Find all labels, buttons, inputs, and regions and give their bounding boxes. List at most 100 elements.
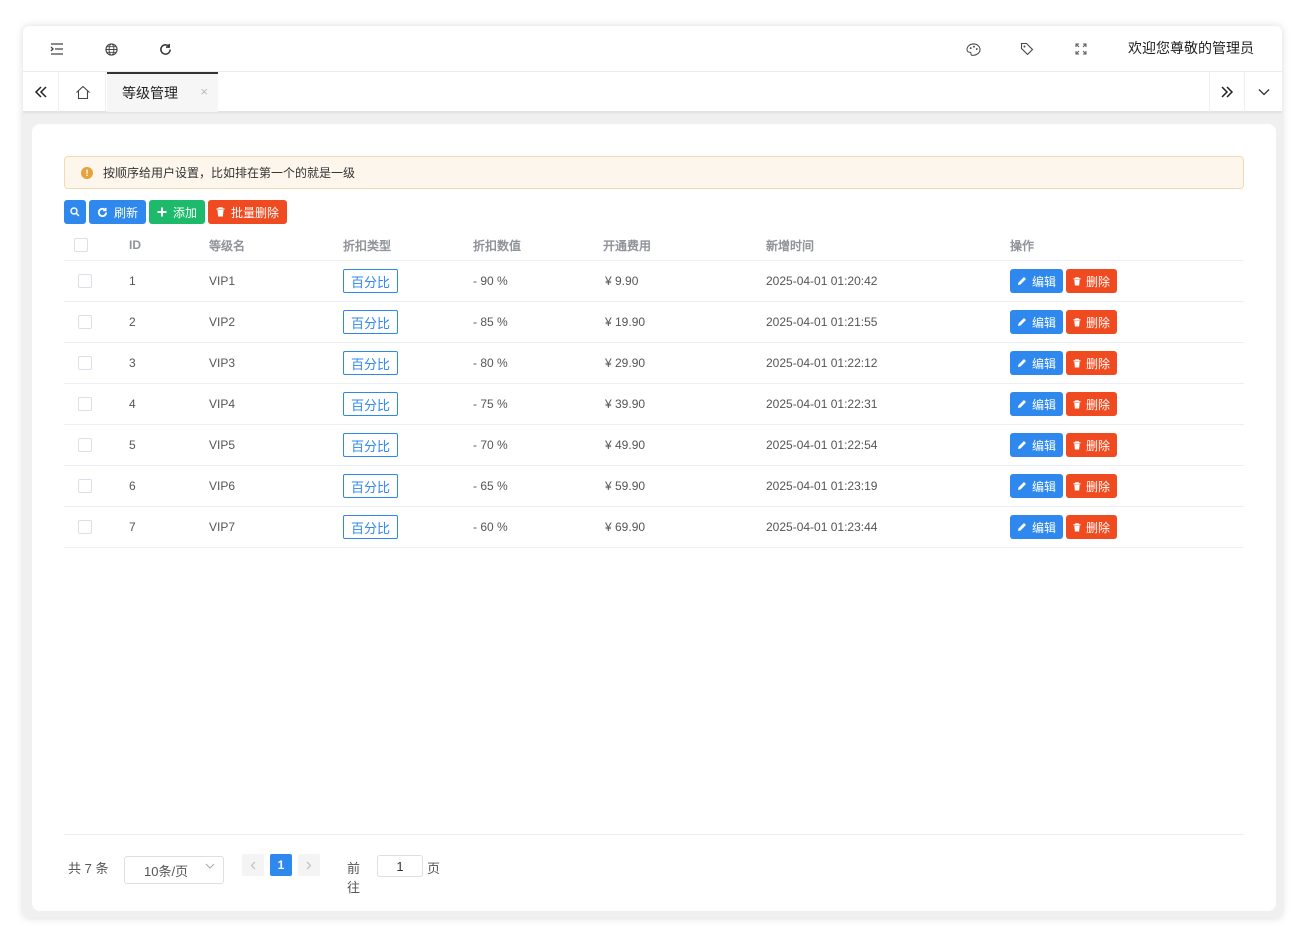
- table-row: 5 VIP5 百分比 - 70 % ¥ 49.90 2025-04-01 01:…: [64, 425, 1244, 466]
- cell-created-time: 2025-04-01 01:22:12: [766, 356, 878, 370]
- tab-level-management[interactable]: 等级管理 ×: [107, 72, 218, 112]
- col-id: ID: [129, 238, 141, 252]
- content-card: ! 按顺序给用户设置，比如排在第一个的就是一级 刷新 添加 批量删除 ID 等级…: [32, 124, 1276, 911]
- batch-delete-button[interactable]: 批量删除: [208, 200, 288, 224]
- cell-id: 4: [129, 397, 136, 411]
- table-header: ID 等级名 折扣类型 折扣数值 开通费用 新增时间 操作: [64, 230, 1244, 261]
- cell-discount-type: 百分比: [343, 507, 399, 547]
- batch-delete-label: 批量删除: [231, 205, 280, 220]
- cell-id: 2: [129, 315, 136, 329]
- delete-button[interactable]: 删除: [1066, 351, 1118, 375]
- tab-label: 等级管理: [122, 85, 178, 101]
- cell-actions: 编辑 删除: [1010, 425, 1120, 465]
- edit-label: 编辑: [1032, 520, 1057, 535]
- edit-button[interactable]: 编辑: [1010, 269, 1064, 293]
- tab-close-icon[interactable]: ×: [200, 84, 208, 99]
- tab-dropdown-icon[interactable]: [1246, 72, 1282, 112]
- trash-icon: [1073, 522, 1081, 532]
- home-icon[interactable]: [60, 72, 106, 112]
- cell-fee: ¥ 29.90: [605, 356, 646, 370]
- row-checkbox[interactable]: [78, 302, 92, 342]
- cell-created-time: 2025-04-01 01:23:19: [766, 479, 878, 493]
- discount-type-tag: 百分比: [343, 269, 399, 293]
- delete-button[interactable]: 删除: [1066, 310, 1118, 334]
- edit-label: 编辑: [1032, 438, 1057, 453]
- cell-name: VIP4: [209, 397, 236, 411]
- select-all-checkbox[interactable]: [74, 230, 88, 260]
- menu-fold-icon[interactable]: [47, 39, 67, 59]
- row-checkbox[interactable]: [78, 507, 92, 547]
- pencil-icon: [1017, 481, 1027, 491]
- delete-button[interactable]: 删除: [1066, 392, 1118, 416]
- delete-button[interactable]: 删除: [1066, 269, 1118, 293]
- edit-button[interactable]: 编辑: [1010, 310, 1064, 334]
- row-checkbox[interactable]: [78, 343, 92, 383]
- refresh-icon[interactable]: [155, 39, 175, 59]
- plus-icon: [157, 207, 167, 217]
- col-created-time: 新增时间: [766, 238, 815, 253]
- delete-button[interactable]: 删除: [1066, 433, 1118, 457]
- cell-id: 1: [129, 274, 136, 288]
- row-checkbox[interactable]: [78, 425, 92, 465]
- goto-suffix: 页: [427, 861, 441, 876]
- edit-button[interactable]: 编辑: [1010, 392, 1064, 416]
- chevron-down-icon: [205, 863, 215, 869]
- pagination-total: 共 7 条: [68, 861, 109, 876]
- cell-fee: ¥ 9.90: [605, 274, 639, 288]
- palette-icon[interactable]: [963, 39, 983, 59]
- cell-discount-type: 百分比: [343, 384, 399, 424]
- cell-id: 3: [129, 356, 136, 370]
- globe-icon[interactable]: [101, 39, 121, 59]
- table-row: 3 VIP3 百分比 - 80 % ¥ 29.90 2025-04-01 01:…: [64, 343, 1244, 384]
- delete-button[interactable]: 删除: [1066, 474, 1118, 498]
- refresh-button[interactable]: 刷新: [89, 200, 147, 224]
- cell-name: VIP5: [209, 438, 236, 452]
- welcome-text: 欢迎您尊敬的管理员: [1128, 40, 1254, 56]
- cell-actions: 编辑 删除: [1010, 261, 1120, 301]
- cell-actions: 编辑 删除: [1010, 466, 1120, 506]
- delete-label: 删除: [1086, 356, 1111, 371]
- delete-label: 删除: [1086, 315, 1111, 330]
- row-checkbox[interactable]: [78, 466, 92, 506]
- cell-id: 6: [129, 479, 136, 493]
- delete-label: 删除: [1086, 520, 1111, 535]
- page-number-button[interactable]: 1: [270, 854, 292, 876]
- edit-label: 编辑: [1032, 397, 1057, 412]
- cell-id: 7: [129, 520, 136, 534]
- prev-page-button[interactable]: [242, 854, 264, 876]
- edit-button[interactable]: 编辑: [1010, 433, 1064, 457]
- add-label: 添加: [173, 205, 198, 220]
- trash-icon: [1073, 440, 1081, 450]
- search-icon: [70, 207, 80, 217]
- cell-fee: ¥ 39.90: [605, 397, 646, 411]
- pencil-icon: [1017, 276, 1027, 286]
- tab-scroll-left-icon[interactable]: [23, 72, 59, 112]
- page-size-select[interactable]: 10条/页: [124, 856, 224, 884]
- edit-label: 编辑: [1032, 356, 1057, 371]
- level-table: ID 等级名 折扣类型 折扣数值 开通费用 新增时间 操作 1 VIP1 百分比…: [64, 230, 1244, 548]
- info-alert: ! 按顺序给用户设置，比如排在第一个的就是一级: [64, 156, 1244, 189]
- search-button[interactable]: [64, 200, 86, 224]
- tag-icon[interactable]: [1017, 39, 1037, 59]
- row-checkbox[interactable]: [78, 384, 92, 424]
- goto-page-input[interactable]: 1: [377, 855, 423, 877]
- col-fee: 开通费用: [603, 238, 652, 253]
- tab-scroll-right-icon[interactable]: [1209, 72, 1245, 112]
- edit-button[interactable]: 编辑: [1010, 474, 1064, 498]
- edit-button[interactable]: 编辑: [1010, 515, 1064, 539]
- next-page-button[interactable]: [298, 854, 320, 876]
- pencil-icon: [1017, 358, 1027, 368]
- row-checkbox[interactable]: [78, 261, 92, 301]
- cell-actions: 编辑 删除: [1010, 343, 1120, 383]
- fullscreen-icon[interactable]: [1071, 39, 1091, 59]
- discount-type-tag: 百分比: [343, 392, 399, 416]
- pencil-icon: [1017, 399, 1027, 409]
- add-button[interactable]: 添加: [149, 200, 206, 224]
- edit-button[interactable]: 编辑: [1010, 351, 1064, 375]
- trash-icon: [216, 207, 225, 217]
- cell-actions: 编辑 删除: [1010, 507, 1120, 547]
- cell-created-time: 2025-04-01 01:22:31: [766, 397, 878, 411]
- delete-button[interactable]: 删除: [1066, 515, 1118, 539]
- pagination-divider: [64, 834, 1244, 835]
- col-discount-value: 折扣数值: [473, 238, 522, 253]
